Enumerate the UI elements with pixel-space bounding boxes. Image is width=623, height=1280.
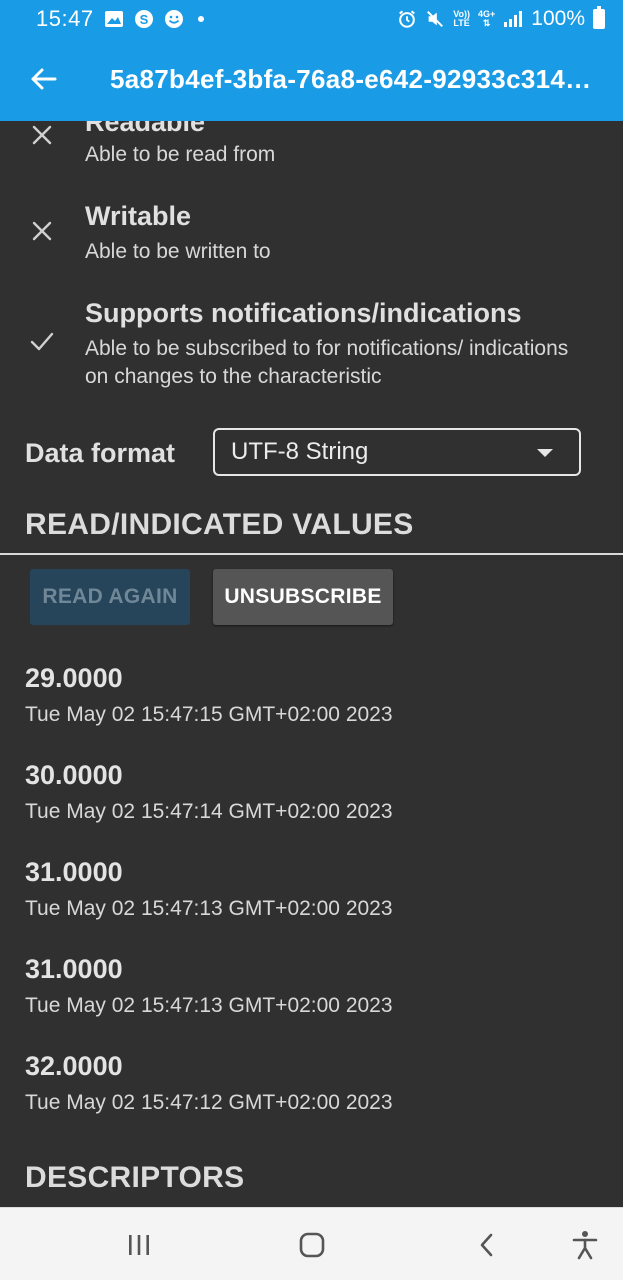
screen: 15:47 S Vo)) LTE 4G+ ⇅ 100% 5a87b4ef-3bf… (0, 0, 623, 1280)
value-list-item: 31.0000 Tue May 02 15:47:13 GMT+02:00 20… (25, 954, 585, 1018)
data-arrows-icon: ⇅ (482, 17, 491, 28)
smiley-icon (164, 9, 184, 29)
value-timestamp: Tue May 02 15:47:12 GMT+02:00 2023 (25, 1091, 393, 1114)
characteristic-details[interactable]: Readable Able to be read from Writable A… (0, 121, 623, 1207)
data-format-dropdown[interactable]: UTF-8 String (213, 428, 581, 476)
value-number: 32.0000 (25, 1051, 123, 1081)
skype-icon: S (134, 9, 154, 29)
value-timestamp: Tue May 02 15:47:15 GMT+02:00 2023 (25, 703, 393, 726)
volte-indicator: Vo)) LTE (453, 9, 470, 28)
value-number: 31.0000 (25, 954, 123, 984)
back-nav-button[interactable] (472, 1231, 502, 1259)
dropdown-arrow-icon (537, 449, 553, 457)
accessibility-button[interactable] (570, 1231, 600, 1260)
signal-icon (503, 9, 523, 29)
property-description: Able to be written to (85, 240, 271, 263)
data-format-row: Data format UTF-8 String (25, 428, 585, 478)
section-divider (0, 553, 623, 555)
value-list-item: 29.0000 Tue May 02 15:47:15 GMT+02:00 20… (25, 663, 585, 727)
status-left: 15:47 S (36, 6, 204, 32)
battery-icon (593, 5, 605, 29)
check-icon (30, 332, 54, 351)
battery-level: 100% (531, 6, 585, 30)
property-title: Supports notifications/indications (85, 298, 522, 328)
value-list-item: 31.0000 Tue May 02 15:47:13 GMT+02:00 20… (25, 857, 585, 921)
value-number: 31.0000 (25, 857, 123, 887)
status-time: 15:47 (36, 5, 94, 31)
status-right: Vo)) LTE 4G+ ⇅ 100% (397, 5, 605, 31)
property-title: Writable (85, 201, 192, 231)
value-number: 30.0000 (25, 760, 123, 790)
svg-text:S: S (139, 12, 148, 27)
value-timestamp: Tue May 02 15:47:13 GMT+02:00 2023 (25, 897, 393, 920)
property-description: Able to be read from (85, 143, 276, 166)
home-button[interactable] (297, 1231, 327, 1259)
data-format-selected: UTF-8 String (231, 438, 369, 465)
alarm-icon (397, 9, 417, 29)
value-list-item: 32.0000 Tue May 02 15:47:12 GMT+02:00 20… (25, 1051, 585, 1115)
mute-icon (425, 9, 445, 29)
status-bar: 15:47 S Vo)) LTE 4G+ ⇅ 100% (0, 0, 623, 37)
unsubscribe-button[interactable]: UNSUBSCRIBE (213, 569, 393, 625)
app-bar: 5a87b4ef-3bfa-76a8-e642-92933c31434f (0, 37, 623, 121)
volte-bottom: LTE (453, 17, 470, 28)
descriptors-section-title: DESCRIPTORS (25, 1161, 245, 1194)
values-section-title: READ/INDICATED VALUES (25, 508, 414, 541)
page-title: 5a87b4ef-3bfa-76a8-e642-92933c31434f (110, 63, 593, 94)
notification-dot-icon (197, 15, 204, 22)
value-timestamp: Tue May 02 15:47:14 GMT+02:00 2023 (25, 800, 393, 823)
data-format-label: Data format (25, 438, 176, 468)
value-list-item: 30.0000 Tue May 02 15:47:14 GMT+02:00 20… (25, 760, 585, 824)
cross-icon (32, 221, 52, 241)
home-icon (299, 1232, 325, 1258)
recent-apps-icon (129, 1235, 149, 1255)
value-timestamp: Tue May 02 15:47:13 GMT+02:00 2023 (25, 994, 393, 1017)
accessibility-icon (572, 1231, 598, 1260)
property-description: Able to be subscribed to for notificatio… (85, 337, 569, 388)
chevron-left-icon (480, 1233, 493, 1257)
gallery-icon (104, 9, 124, 29)
mobile-data-indicator: 4G+ ⇅ (478, 9, 495, 28)
read-again-button[interactable]: READ AGAIN (30, 569, 190, 625)
cross-icon (32, 125, 52, 145)
navigation-bar (0, 1207, 623, 1280)
arrow-back-icon (31, 68, 57, 90)
value-number: 29.0000 (25, 663, 123, 693)
recent-apps-button[interactable] (124, 1231, 154, 1259)
back-button[interactable] (28, 64, 58, 94)
property-title: Readable (85, 121, 206, 137)
